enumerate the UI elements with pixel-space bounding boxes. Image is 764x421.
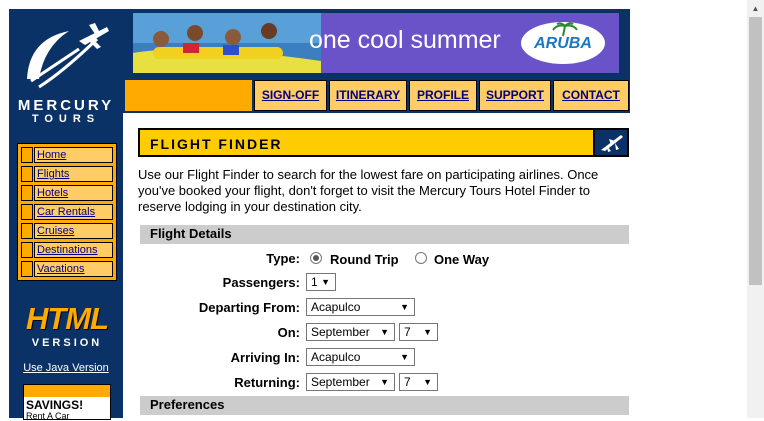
nav-bullet — [21, 261, 33, 277]
aruba-logo-text: ARUBA — [534, 35, 592, 52]
page-title: FLIGHT FINDER — [150, 136, 283, 152]
banner-photo-image — [133, 13, 321, 73]
departure-month-select[interactable]: September ▼ — [306, 323, 395, 341]
one-way-label[interactable]: One Way — [434, 252, 489, 267]
departing-from-label: Departing From: — [198, 300, 300, 315]
dropdown-arrow-icon: ▼ — [380, 377, 389, 387]
flight-details-header: Flight Details — [140, 225, 629, 244]
support-link[interactable]: SUPPORT — [486, 88, 544, 102]
savings-promo[interactable]: SAVINGS! Rent A Car — [23, 384, 111, 421]
nav-link-flights[interactable]: Flights — [37, 168, 69, 180]
nav-link-cruises[interactable]: Cruises — [37, 225, 74, 237]
side-nav-item-car-rentals: Car Rentals — [21, 204, 113, 220]
nav-bullet — [21, 147, 33, 163]
one-way-radio[interactable] — [415, 252, 427, 264]
side-nav-item-vacations: Vacations — [21, 261, 113, 277]
side-nav-item-hotels: Hotels — [21, 185, 113, 201]
dropdown-arrow-icon: ▼ — [380, 327, 389, 337]
top-nav-item-support: SUPPORT — [479, 80, 551, 111]
dropdown-arrow-icon: ▼ — [321, 277, 330, 287]
scroll-up-arrow-icon[interactable]: ▲ — [747, 0, 764, 17]
intro-text: Use our Flight Finder to search for the … — [138, 167, 599, 214]
profile-link[interactable]: PROFILE — [417, 88, 469, 102]
java-version-link[interactable]: Use Java Version — [23, 362, 109, 374]
dropdown-arrow-icon: ▼ — [423, 327, 432, 337]
nav-bullet — [21, 185, 33, 201]
preferences-header: Preferences — [140, 396, 629, 415]
round-trip-label[interactable]: Round Trip — [330, 252, 399, 267]
html-version-subtitle: VERSION — [31, 337, 103, 349]
dropdown-arrow-icon: ▼ — [400, 302, 409, 312]
brand-name: MERCURY — [17, 97, 115, 114]
return-day-select[interactable]: 7 ▼ — [399, 373, 438, 391]
departure-day-select[interactable]: 7 ▼ — [399, 323, 438, 341]
aruba-logo: ARUBA — [521, 22, 605, 64]
nav-bullet — [21, 204, 33, 220]
ad-banner[interactable]: one cool summer ARUBA — [133, 13, 619, 73]
nav-bullet — [21, 242, 33, 258]
side-nav-item-destinations: Destinations — [21, 242, 113, 258]
nav-bullet — [21, 223, 33, 239]
html-version-badge: HTML VERSION — [9, 301, 123, 353]
scrollbar-thumb[interactable] — [749, 17, 762, 285]
arriving-in-label: Arriving In: — [230, 350, 300, 365]
top-nav-item-contact: CONTACT — [553, 80, 629, 111]
preferences-title: Preferences — [150, 397, 225, 412]
contact-link[interactable]: CONTACT — [562, 88, 620, 102]
nav-link-home[interactable]: Home — [37, 149, 66, 161]
promo-band — [24, 385, 110, 397]
nav-link-hotels[interactable]: Hotels — [37, 187, 68, 199]
brand-subname: TOURS — [31, 113, 101, 125]
banner-text: one cool summer — [309, 26, 501, 54]
top-nav-item-profile: PROFILE — [409, 80, 477, 111]
airplane-icon — [593, 128, 629, 157]
returning-label: Returning: — [234, 375, 300, 390]
airplane-logo-icon — [27, 23, 109, 89]
nav-link-car-rentals[interactable]: Car Rentals — [37, 206, 95, 218]
nav-link-vacations[interactable]: Vacations — [37, 263, 85, 275]
nav-link-destinations[interactable]: Destinations — [37, 244, 98, 256]
nav-bullet — [21, 166, 33, 182]
top-nav-item-itinerary: ITINERARY — [329, 80, 407, 111]
arriving-in-select[interactable]: Acapulco ▼ — [306, 348, 415, 366]
promo-subtitle: Rent A Car — [26, 411, 70, 421]
dropdown-arrow-icon: ▼ — [423, 377, 432, 387]
flight-details-title: Flight Details — [150, 226, 232, 241]
passengers-select[interactable]: 1 ▼ — [306, 273, 336, 291]
promo-title: SAVINGS! — [26, 398, 84, 412]
html-version-title: HTML — [25, 301, 109, 336]
return-month-select[interactable]: September ▼ — [306, 373, 395, 391]
vertical-scrollbar[interactable]: ▲ — [747, 0, 764, 418]
page-title-bar: FLIGHT FINDER — [138, 128, 629, 157]
passengers-label: Passengers: — [222, 275, 300, 290]
side-nav-item-flights: Flights — [21, 166, 113, 182]
side-nav-item-cruises: Cruises — [21, 223, 113, 239]
sign-off-link[interactable]: SIGN-OFF — [262, 88, 319, 102]
top-nav-spacer — [125, 80, 252, 111]
left-sidebar: MERCURY TOURS Home Flights Hotels Car Re… — [9, 9, 123, 421]
departing-from-select[interactable]: Acapulco ▼ — [306, 298, 415, 316]
mercury-tours-logo[interactable]: MERCURY TOURS — [9, 9, 123, 137]
java-version-link-wrap: Use Java Version — [9, 362, 123, 374]
dropdown-arrow-icon: ▼ — [400, 352, 409, 362]
itinerary-link[interactable]: ITINERARY — [336, 88, 400, 102]
side-nav-item-home: Home — [21, 147, 113, 163]
type-label: Type: — [266, 251, 300, 266]
side-nav: Home Flights Hotels Car Rentals Cruises … — [17, 143, 117, 281]
top-nav-item-signoff: SIGN-OFF — [254, 80, 327, 111]
on-label: On: — [277, 325, 300, 340]
round-trip-radio[interactable] — [310, 252, 322, 264]
